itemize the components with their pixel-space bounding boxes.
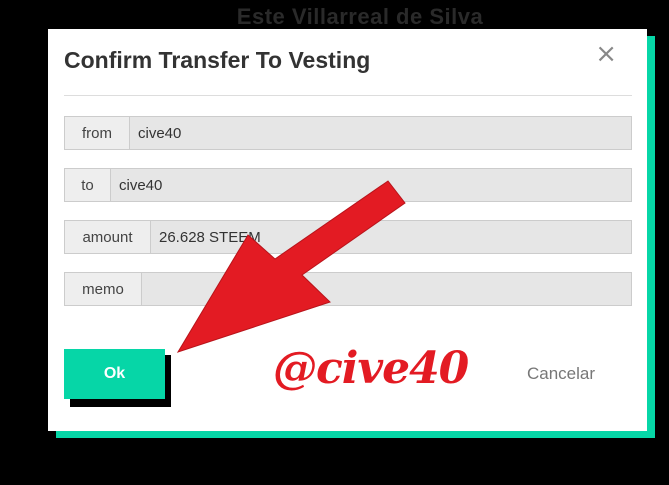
- from-value[interactable]: cive40: [130, 117, 631, 149]
- from-field: from cive40: [64, 116, 632, 150]
- from-label: from: [65, 117, 130, 149]
- amount-label: amount: [65, 221, 151, 253]
- amount-field: amount 26.628 STEEM: [64, 220, 632, 254]
- background-page-title: Este Villarreal de Silva: [236, 4, 484, 29]
- to-field: to cive40: [64, 168, 632, 202]
- ok-button[interactable]: Ok: [64, 349, 165, 399]
- header-divider: [64, 95, 632, 96]
- cancel-button[interactable]: Cancelar: [527, 364, 595, 384]
- memo-field: memo: [64, 272, 632, 306]
- to-value[interactable]: cive40: [111, 169, 631, 201]
- watermark-text: @cive40: [273, 343, 469, 394]
- to-label: to: [65, 169, 111, 201]
- close-icon[interactable]: ×: [595, 41, 617, 67]
- memo-value[interactable]: [142, 273, 631, 305]
- confirm-transfer-modal: Confirm Transfer To Vesting × from cive4…: [48, 29, 647, 431]
- memo-label: memo: [65, 273, 142, 305]
- modal-title: Confirm Transfer To Vesting: [64, 47, 371, 73]
- amount-value[interactable]: 26.628 STEEM: [151, 221, 631, 253]
